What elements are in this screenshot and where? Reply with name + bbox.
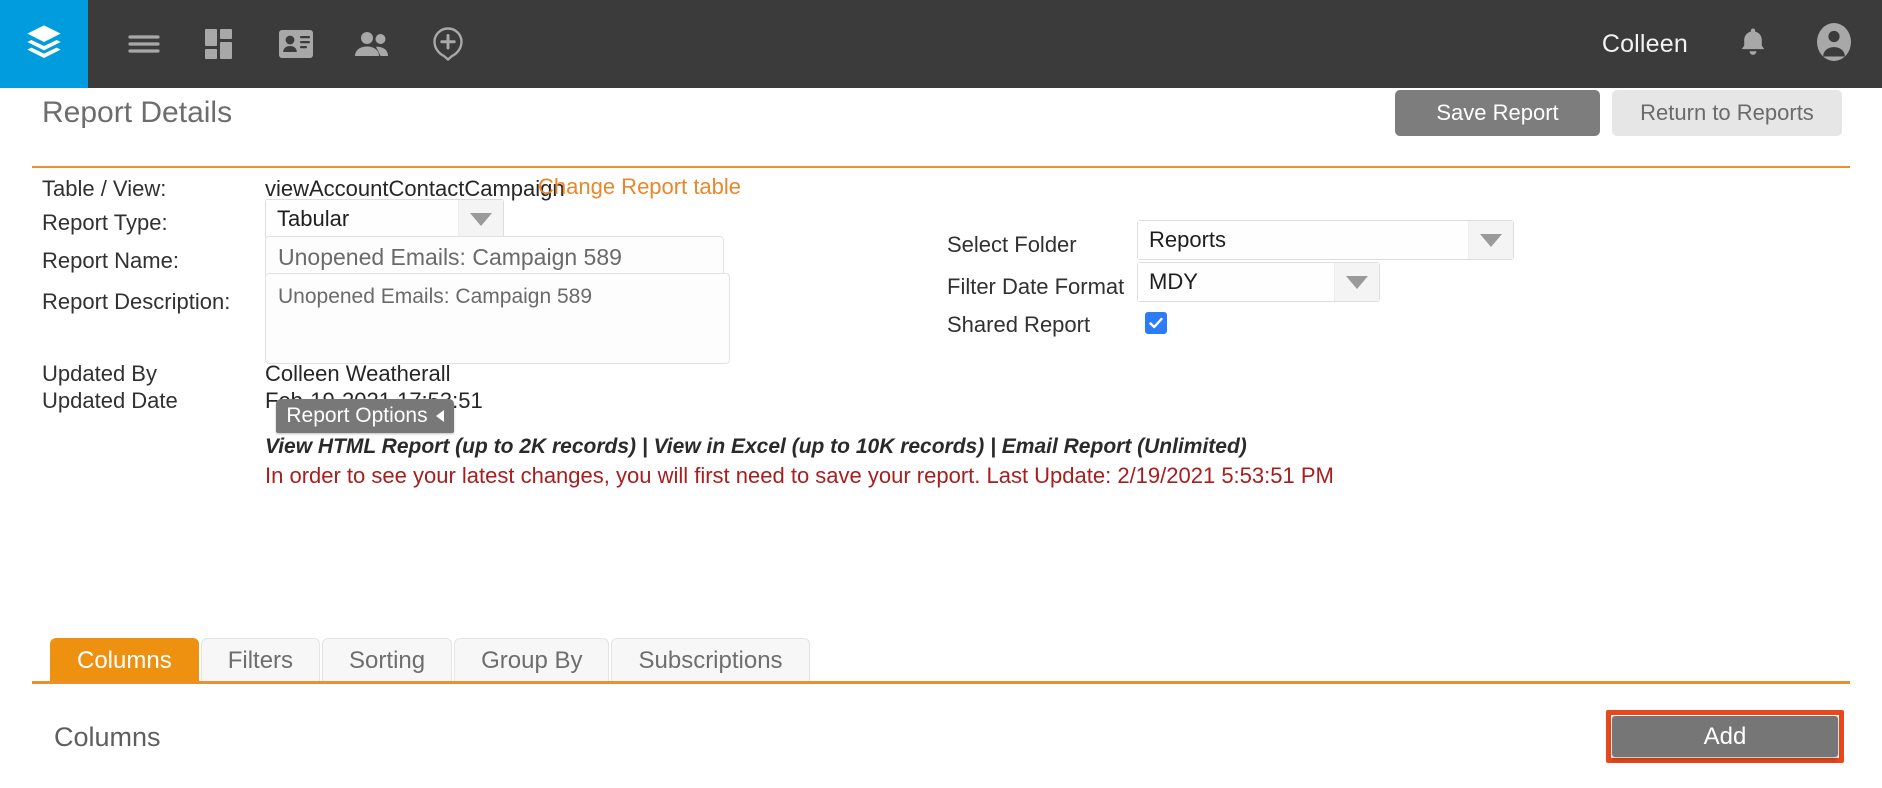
add-column-button[interactable]: Add	[1612, 716, 1838, 757]
tab-filters[interactable]: Filters	[200, 638, 321, 682]
shared-report-label: Shared Report	[947, 312, 1091, 337]
view-in-excel-link[interactable]: View in Excel (up to 10K records)	[654, 435, 985, 458]
tab-columns[interactable]: Columns	[50, 638, 199, 682]
chevron-down-icon	[1335, 263, 1379, 301]
filter-date-format-value: MDY	[1138, 263, 1335, 301]
report-description-textarea[interactable]	[265, 273, 730, 364]
select-folder-label: Select Folder	[947, 232, 1077, 257]
report-type-label: Report Type:	[42, 210, 168, 235]
table-view-label: Table / View:	[42, 176, 167, 201]
report-description-label: Report Description:	[42, 289, 231, 314]
section-title: Columns	[54, 722, 161, 752]
nav-item-people[interactable]	[334, 0, 410, 88]
updated-by-value: Colleen Weatherall	[265, 361, 451, 386]
view-html-report-link[interactable]: View HTML Report (up to 2K records)	[265, 435, 636, 458]
report-section-tabs: Columns Filters Sorting Group By Subscri…	[50, 638, 812, 682]
nav-item-contacts[interactable]	[258, 0, 334, 88]
tabs-divider	[32, 681, 1850, 684]
updated-date-label: Updated Date	[42, 388, 178, 413]
nav-item-dashboard[interactable]	[182, 0, 258, 88]
people-icon	[354, 31, 390, 57]
chevron-down-icon	[459, 200, 503, 238]
tab-sorting[interactable]: Sorting	[322, 638, 453, 682]
report-type-value: Tabular	[266, 200, 459, 238]
chevron-left-icon	[435, 410, 444, 422]
page-title: Report Details	[42, 96, 233, 129]
report-action-links: View HTML Report (up to 2K records) | Vi…	[265, 435, 1247, 459]
report-name-input[interactable]	[265, 236, 724, 278]
report-name-label: Report Name:	[42, 248, 179, 273]
app-logo[interactable]	[0, 0, 88, 88]
nav-item-add[interactable]	[410, 0, 486, 88]
contact-card-icon	[279, 30, 313, 58]
updated-by-label: Updated By	[42, 361, 157, 386]
page-header: Report Details Save Report Return to Rep…	[0, 88, 1882, 146]
header-divider	[32, 166, 1850, 168]
filter-date-format-select[interactable]: MDY	[1137, 262, 1380, 302]
check-icon	[1148, 315, 1164, 331]
report-options-button[interactable]: Report Options	[276, 399, 454, 433]
nav-item-menu[interactable]	[106, 0, 182, 88]
unsaved-changes-warning: In order to see your latest changes, you…	[265, 463, 1334, 488]
email-report-link[interactable]: Email Report (Unlimited)	[1002, 435, 1247, 458]
report-options-label: Report Options	[286, 404, 428, 427]
bell-icon	[1740, 28, 1766, 61]
chevron-down-icon	[1469, 221, 1513, 259]
notifications-button[interactable]	[1740, 27, 1766, 62]
return-to-reports-button[interactable]: Return to Reports	[1612, 90, 1842, 136]
add-circle-icon	[431, 27, 465, 61]
select-folder-select[interactable]: Reports	[1137, 220, 1514, 260]
select-folder-value: Reports	[1138, 221, 1469, 259]
tab-subscriptions[interactable]: Subscriptions	[611, 638, 810, 682]
save-report-button[interactable]: Save Report	[1395, 90, 1600, 136]
hamburger-menu-icon	[127, 31, 161, 57]
link-separator-1: |	[636, 435, 654, 458]
filter-date-format-label: Filter Date Format	[947, 274, 1125, 299]
dashboard-grid-icon	[205, 29, 235, 59]
current-user-name[interactable]: Colleen	[1602, 30, 1688, 59]
user-avatar-icon	[1814, 22, 1854, 66]
change-report-table-link[interactable]: Change Report table	[538, 174, 741, 200]
tab-group-by[interactable]: Group By	[454, 638, 610, 682]
top-navigation-bar: Colleen	[0, 0, 1882, 88]
link-separator-2: |	[984, 435, 1002, 458]
layers-icon	[24, 22, 64, 67]
shared-report-checkbox[interactable]	[1145, 312, 1167, 334]
report-type-select[interactable]: Tabular	[265, 199, 504, 239]
user-avatar[interactable]	[1814, 22, 1854, 67]
